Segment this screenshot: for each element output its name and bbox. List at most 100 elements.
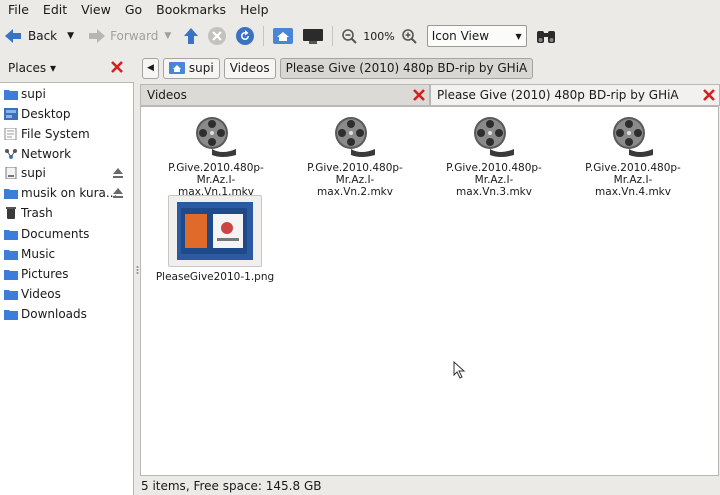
sidebar-item-label: Videos [21, 287, 61, 301]
menu-help[interactable]: Help [233, 0, 276, 20]
crumb-home[interactable]: supi [162, 57, 220, 79]
folder-icon [4, 230, 18, 240]
menu-go[interactable]: Go [118, 0, 149, 20]
folder-icon [4, 310, 18, 320]
file-item[interactable]: P.Give.2010.480p-Mr.Az.I- max.Vn.4.mkv [568, 115, 698, 198]
eject-icon[interactable] [112, 167, 124, 179]
arrow-left-icon [5, 29, 21, 43]
video-reel-icon [196, 117, 236, 157]
view-mode-value: Icon View [431, 29, 490, 43]
file-item[interactable]: PleaseGive2010-1.png [150, 195, 280, 283]
file-item[interactable]: P.Give.2010.480p-Mr.Az.I- max.Vn.3.mkv [429, 115, 559, 198]
folder-icon [4, 270, 18, 280]
places-sidebar: supi Desktop File System Network supi mu… [0, 82, 134, 495]
crumb-videos[interactable]: Videos [223, 57, 276, 79]
reload-icon [236, 27, 255, 45]
zoom-level: 100% [363, 29, 395, 43]
video-reel-icon [474, 117, 514, 157]
sidebar-item-network[interactable]: Network [4, 145, 130, 163]
back-button[interactable]: Back ▼ [0, 23, 78, 49]
sidebar-item-label: File System [21, 127, 90, 141]
sidebar-item-label: Desktop [21, 107, 71, 121]
menu-view[interactable]: View [74, 0, 118, 20]
computer-button[interactable] [298, 23, 328, 49]
sidebar-item-trash[interactable]: Trash [4, 204, 130, 222]
sidebar-item-desktop[interactable]: Desktop [4, 105, 130, 123]
forward-dropdown-icon[interactable]: ▼ [164, 31, 171, 41]
tab-label: Videos [147, 88, 187, 102]
toolbar-separator [263, 26, 265, 46]
file-view: P.Give.2010.480p-Mr.Az.I- max.Vn.1.mkv P… [140, 106, 719, 476]
menu-bar: File Edit View Go Bookmarks Help [0, 0, 720, 20]
zoom-out-icon [342, 29, 357, 44]
sidebar-item-label: supi [21, 87, 46, 101]
folder-icon [4, 90, 18, 100]
toolbar: Back ▼ Forward ▼ 100% Icon View ▼ [0, 21, 720, 51]
folder-icon [4, 250, 18, 260]
path-bar: ◀ supi Videos Please Give (2010) 480p BD… [142, 55, 720, 81]
places-dropdown[interactable]: Places ▾ [8, 61, 56, 75]
image-thumbnail [168, 195, 262, 267]
sidebar-item-label: supi [21, 166, 46, 180]
menu-bookmarks[interactable]: Bookmarks [149, 0, 233, 20]
close-icon[interactable] [110, 60, 124, 74]
arrow-up-icon [184, 28, 199, 44]
chevron-left-icon: ◀ [147, 63, 154, 73]
sidebar-item-filesystem[interactable]: File System [4, 125, 130, 143]
stop-button[interactable] [203, 23, 231, 49]
path-scroll-left-button[interactable]: ◀ [142, 57, 159, 79]
tab-bar: Videos Please Give (2010) 480p BD-rip by… [140, 84, 720, 106]
sidebar-item-videos[interactable]: Videos [4, 285, 130, 303]
view-mode-select[interactable]: Icon View ▼ [426, 25, 527, 47]
status-bar: 5 items, Free space: 145.8 GB [141, 479, 322, 493]
arrow-right-icon [89, 29, 106, 43]
sidebar-item-pictures[interactable]: Pictures [4, 265, 130, 283]
zoom-out-button[interactable] [337, 23, 361, 49]
sidebar-item-label: Trash [21, 206, 53, 220]
file-name-line2: max.Vn.4.mkv [595, 186, 671, 198]
menu-edit[interactable]: Edit [36, 0, 74, 20]
filesystem-icon [4, 128, 17, 140]
back-label: Back [28, 29, 58, 43]
forward-label: Forward [110, 29, 159, 43]
tab-label: Please Give (2010) 480p BD-rip by GHiA [437, 88, 679, 102]
sidebar-item-home[interactable]: supi [4, 85, 130, 103]
crumb-label: Videos [229, 61, 270, 75]
home-button[interactable] [268, 23, 298, 49]
tab-videos[interactable]: Videos [140, 84, 430, 106]
file-item[interactable]: P.Give.2010.480p-Mr.Az.I- max.Vn.1.mkv [151, 115, 281, 198]
zoom-in-icon [401, 29, 417, 44]
stop-icon [208, 27, 227, 45]
sidebar-item-documents[interactable]: Documents [4, 225, 130, 243]
up-button[interactable] [179, 23, 203, 49]
sidebar-item-musik[interactable]: musik on kura... [4, 184, 130, 202]
video-reel-icon [613, 117, 653, 157]
zoom-in-button[interactable] [397, 23, 421, 49]
menu-file[interactable]: File [0, 0, 36, 20]
eject-icon[interactable] [112, 187, 124, 199]
splitter-grip-icon[interactable] [136, 266, 139, 274]
monitor-icon [303, 29, 324, 44]
toolbar-separator [332, 26, 334, 46]
file-name-line1: P.Give.2010.480p-Mr.Az.I- [307, 162, 403, 186]
back-dropdown-icon[interactable]: ▼ [67, 31, 74, 41]
file-name-line1: P.Give.2010.480p-Mr.Az.I- [168, 162, 264, 186]
tab-please-give[interactable]: Please Give (2010) 480p BD-rip by GHiA [430, 84, 720, 106]
reload-button[interactable] [231, 23, 259, 49]
file-name-line1: PleaseGive2010-1.png [155, 271, 275, 283]
network-icon [5, 149, 17, 159]
folder-icon [4, 290, 18, 300]
sidebar-item-label: Pictures [21, 267, 69, 281]
sidebar-item-drive-supi[interactable]: supi [4, 164, 130, 182]
sidebar-item-music[interactable]: Music [4, 245, 130, 263]
close-icon[interactable] [702, 88, 716, 102]
close-icon[interactable] [412, 88, 426, 102]
forward-button[interactable]: Forward ▼ [84, 23, 175, 49]
file-item[interactable]: P.Give.2010.480p-Mr.Az.I- max.Vn.2.mkv [290, 115, 420, 198]
sidebar-item-downloads[interactable]: Downloads [4, 305, 130, 323]
mouse-cursor-icon [453, 361, 466, 379]
sidebar-item-label: musik on kura... [21, 186, 118, 200]
crumb-current[interactable]: Please Give (2010) 480p BD-rip by GHiA [279, 57, 534, 79]
search-button[interactable] [531, 23, 561, 49]
file-name-line2: max.Vn.3.mkv [456, 186, 532, 198]
